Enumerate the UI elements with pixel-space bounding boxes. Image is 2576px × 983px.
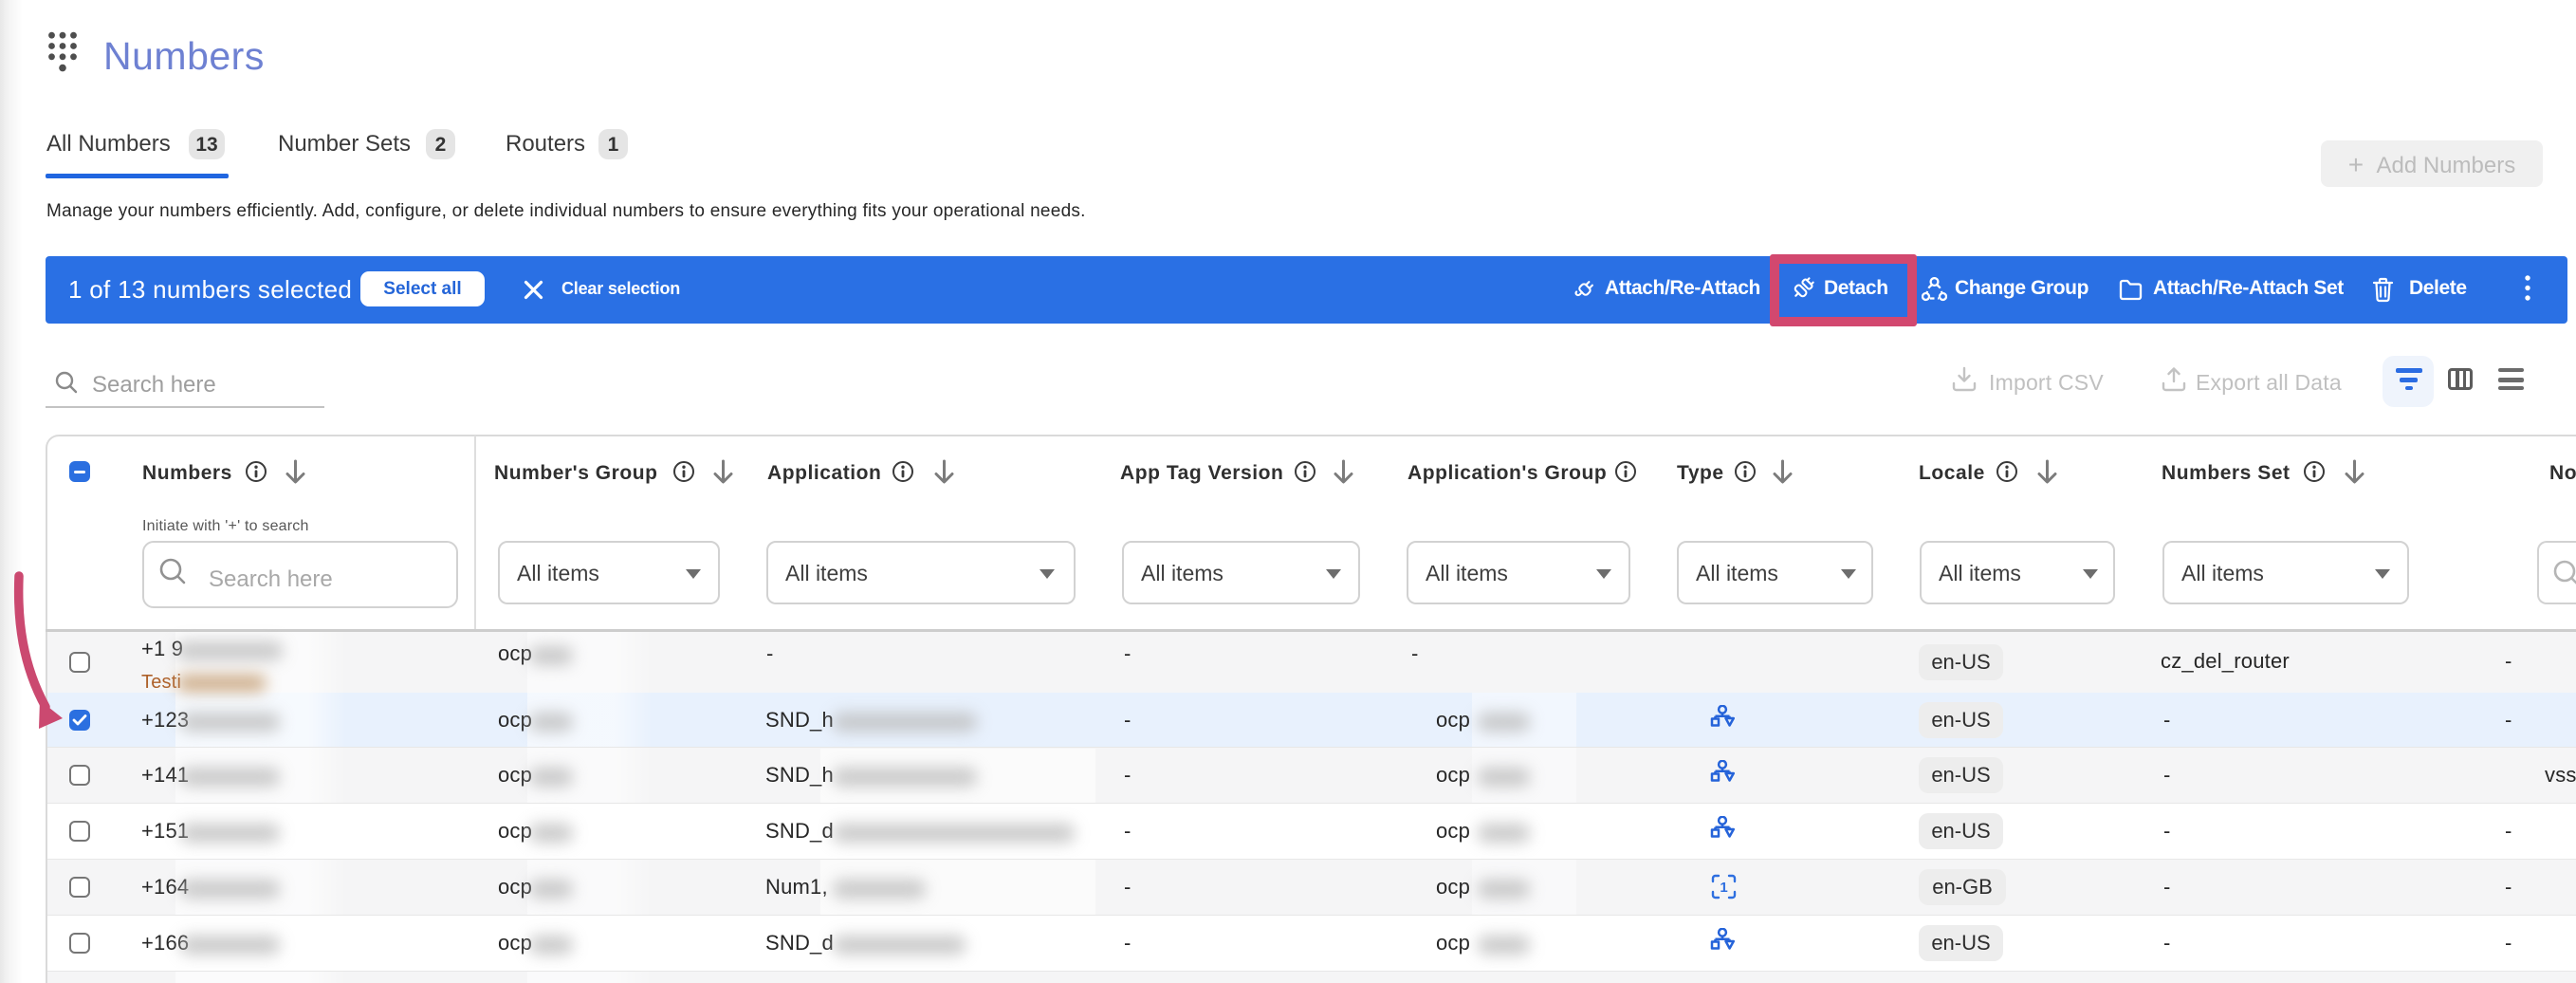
svg-text:1: 1 — [1720, 880, 1727, 896]
